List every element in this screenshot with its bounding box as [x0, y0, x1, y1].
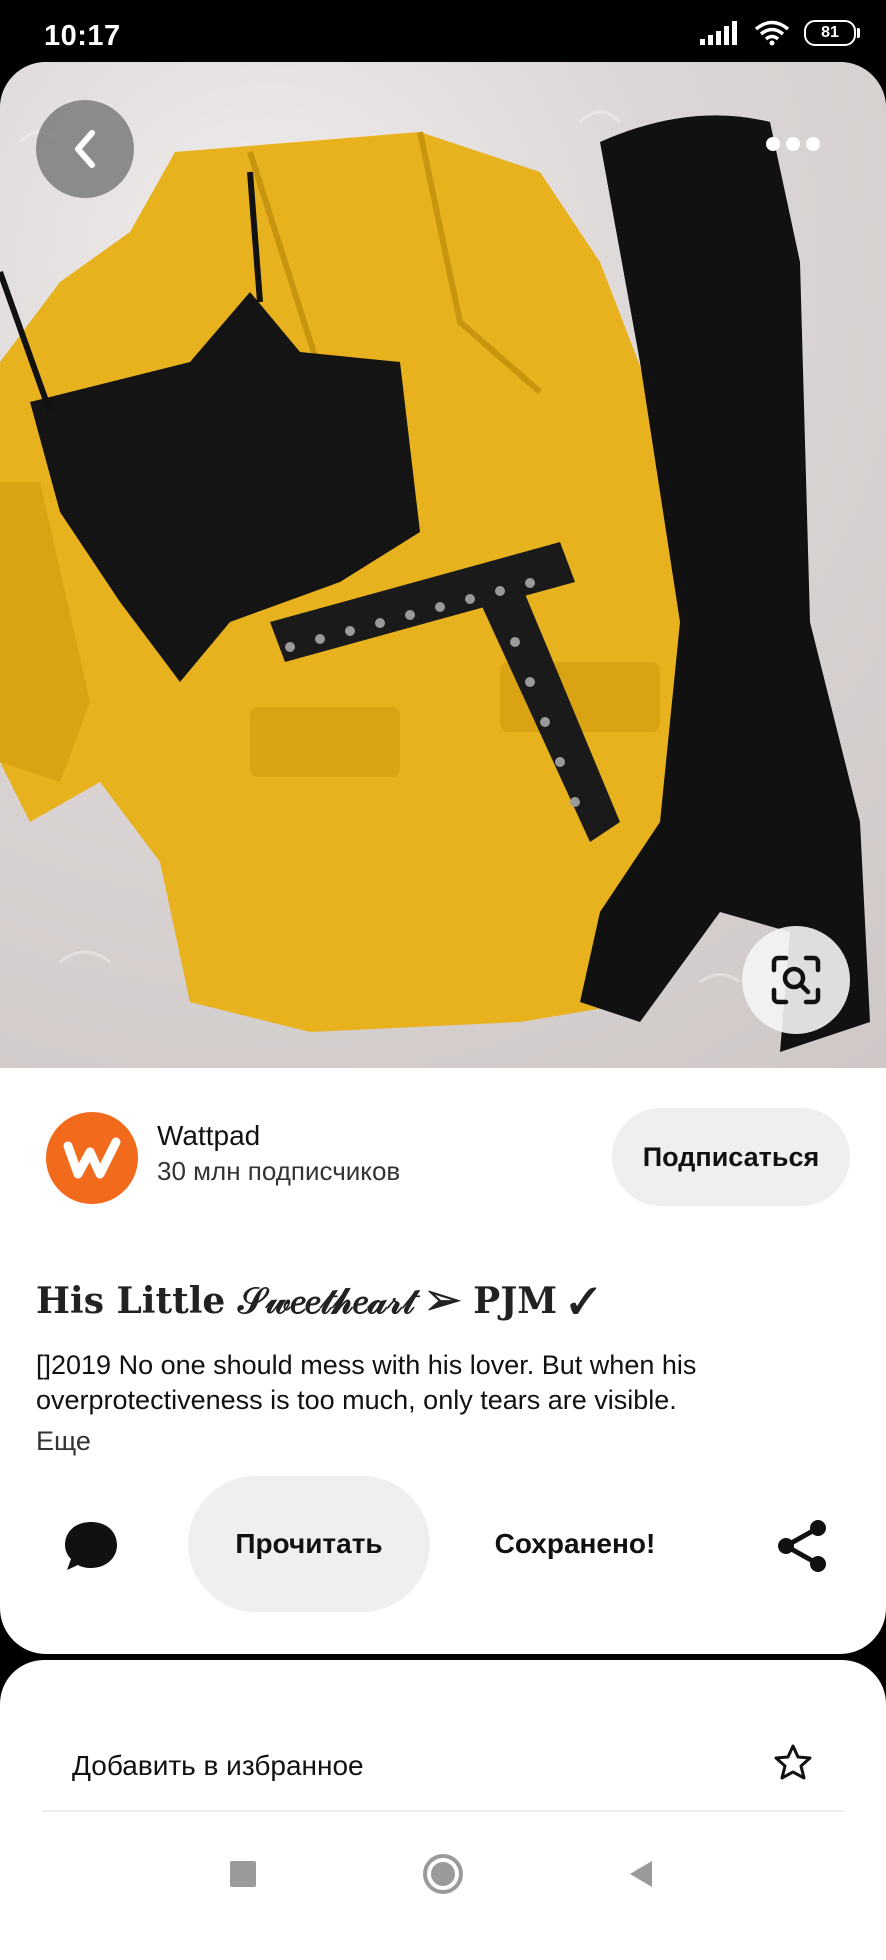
add-to-favorites-label[interactable]: Добавить в избранное — [72, 1750, 364, 1782]
home-circle-icon — [423, 1854, 463, 1894]
more-dots-icon — [766, 137, 820, 151]
pin-description: []2019 No one should mess with his lover… — [36, 1350, 697, 1415]
follow-button[interactable]: Подписаться — [612, 1108, 850, 1206]
pin-image[interactable] — [0, 62, 886, 1068]
divider — [42, 1810, 844, 1812]
more-options-button[interactable] — [758, 124, 828, 164]
back-nav-button[interactable] — [619, 1852, 663, 1896]
outfit-illustration — [0, 110, 870, 1053]
wattpad-logo-icon — [63, 1137, 121, 1179]
battery-level: 81 — [821, 24, 839, 41]
publisher-followers: 30 млн подписчиков — [157, 1156, 401, 1186]
read-button[interactable]: Прочитать — [188, 1476, 430, 1612]
share-icon — [778, 1520, 826, 1572]
action-row: Прочитать Сохранено! — [0, 1476, 886, 1612]
status-bar: 10:17 81 — [0, 0, 886, 62]
system-nav-bar — [0, 1830, 886, 1920]
visual-search-button[interactable] — [742, 926, 850, 1034]
recents-button[interactable] — [221, 1852, 265, 1896]
publisher-name[interactable]: Wattpad — [157, 1120, 260, 1152]
share-button[interactable] — [770, 1514, 834, 1578]
wifi-icon — [754, 20, 790, 46]
favorite-button[interactable] — [770, 1740, 816, 1786]
saved-button[interactable]: Сохранено! — [470, 1476, 680, 1612]
status-icons: 81 — [700, 20, 860, 46]
pin-title: His Little 𝒮𝓌𝑒𝑒𝓉𝒽𝑒𝒶𝓇𝓉 ➢ PJM ✓ — [36, 1280, 597, 1322]
triangle-back-icon — [630, 1861, 652, 1887]
back-button[interactable] — [36, 100, 134, 198]
pin-card: Wattpad 30 млн подписчиков Подписаться H… — [0, 62, 886, 1654]
star-icon — [774, 1744, 812, 1780]
publisher-row: Wattpad 30 млн подписчиков Подписаться — [0, 1104, 886, 1214]
battery-icon: 81 — [804, 20, 860, 46]
square-icon — [230, 1861, 256, 1887]
chevron-left-icon — [75, 130, 95, 168]
comment-bubble-icon — [65, 1522, 117, 1570]
signal-icon — [700, 21, 737, 45]
home-button[interactable] — [421, 1852, 465, 1896]
status-time: 10:17 — [44, 20, 121, 52]
more-link[interactable]: Еще — [36, 1426, 91, 1457]
lens-search-icon — [771, 955, 821, 1005]
comment-button[interactable] — [56, 1516, 126, 1576]
publisher-avatar[interactable] — [46, 1112, 138, 1204]
